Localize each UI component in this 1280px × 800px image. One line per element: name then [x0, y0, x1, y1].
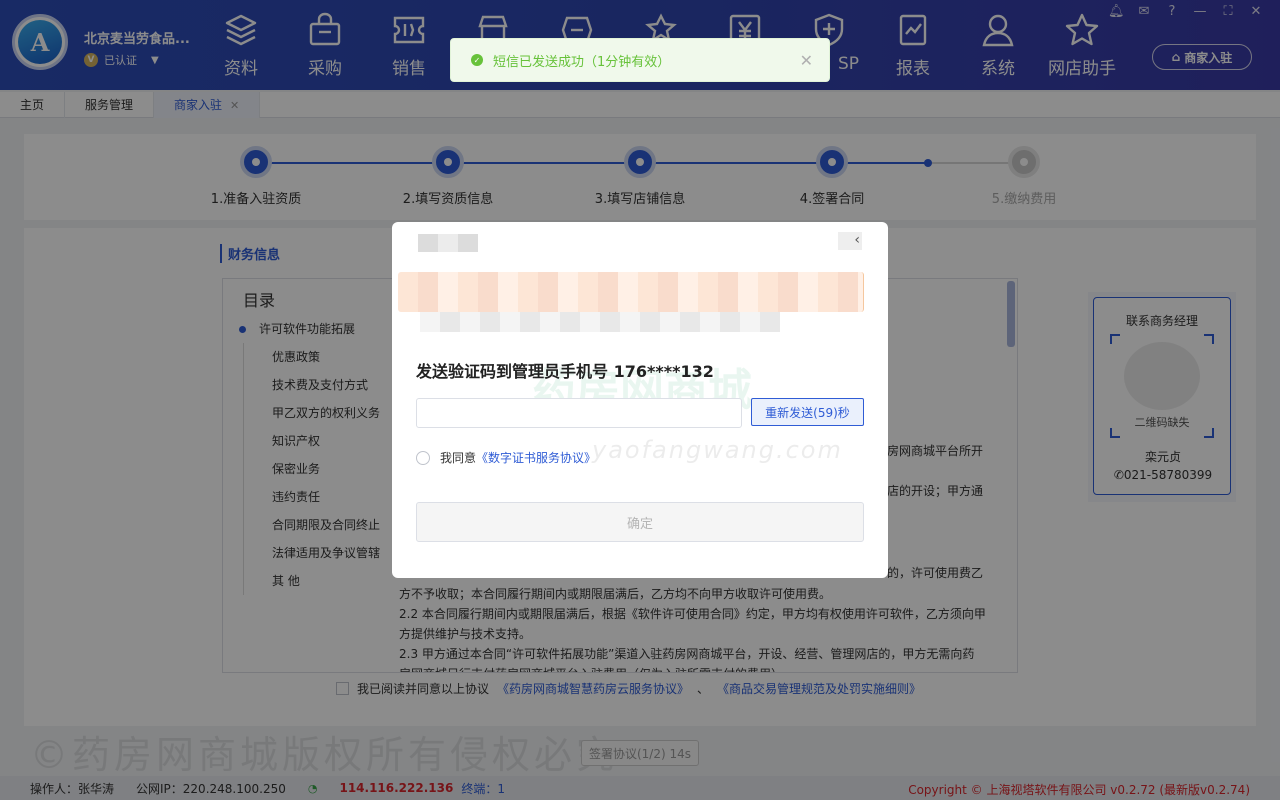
send-code-text: 发送验证码到管理员手机号 176****132 — [416, 362, 714, 381]
agree-prefix: 我同意 — [440, 451, 477, 465]
certificate-agreement-link[interactable]: 《数字证书服务协议》 — [476, 449, 596, 466]
success-toast: ✓ 短信已发送成功（1分钟有效） ✕ — [450, 38, 830, 82]
info-redacted — [420, 312, 780, 332]
sms-verify-dialog: ‹ 药房网商城 yaofangwang.com 发送验证码到管理员手机号 176… — [392, 222, 888, 578]
close-icon[interactable]: ✕ — [800, 51, 813, 70]
agree-radio[interactable] — [416, 450, 430, 465]
dialog-watermark-en: yaofangwang.com — [592, 436, 843, 464]
verification-code-input[interactable] — [416, 398, 742, 428]
notice-redacted — [398, 272, 864, 312]
check-icon: ✓ — [471, 54, 483, 66]
certificate-agreement-row: 我同意 《数字证书服务协议》 — [416, 449, 596, 466]
close-icon[interactable]: ‹ — [838, 232, 862, 250]
resend-code-button[interactable]: 重新发送(59)秒 — [751, 398, 864, 426]
confirm-button[interactable]: 确定 — [416, 502, 864, 542]
toast-message: 短信已发送成功（1分钟有效） — [493, 54, 671, 70]
dialog-title-redacted — [418, 234, 478, 252]
